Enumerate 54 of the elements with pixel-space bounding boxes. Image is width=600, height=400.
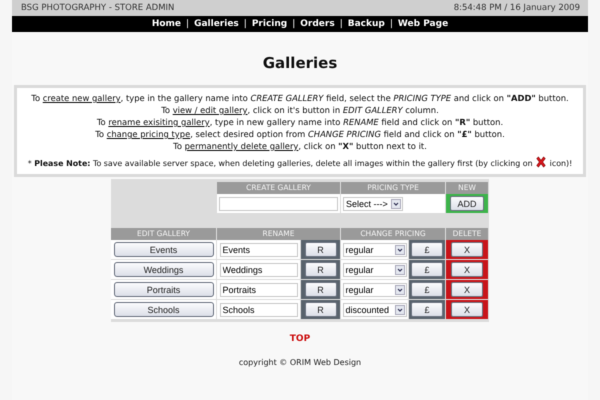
nav-separator: | [244,19,247,29]
date-time: 8:54:48 PM / 16 January 2009 [454,3,580,13]
change-pricing-select[interactable]: regular [342,242,406,256]
rename-field[interactable]: Schools [220,302,298,316]
delete-icon [535,156,548,168]
nav-separator: | [292,19,296,29]
rename-field[interactable]: Portraits [220,282,298,296]
rename-button[interactable]: R [304,302,336,317]
change-pricing-select[interactable]: discounted [342,302,406,316]
instruction-link[interactable]: permanently delete gallery [184,141,298,151]
edit-gallery-button[interactable]: Schools [114,302,214,317]
copyright-text: copyright © ORIM Web Design [238,358,362,367]
nav-link[interactable]: Backup [348,19,385,29]
nav-link[interactable]: Galleries [194,19,239,29]
delete-button[interactable]: X [451,242,483,257]
change-pricing-button[interactable]: £ [411,302,443,317]
nav-separator: | [390,19,393,29]
instruction-link[interactable]: rename exisiting gallery [108,117,210,127]
nav-separator: | [340,19,343,29]
gallery-name-field[interactable] [219,196,338,210]
nav-link[interactable]: Web Page [398,19,448,29]
add-button[interactable]: ADD [450,196,484,211]
instruction-link[interactable]: create new gallery [42,93,121,103]
nav-separator: | [186,19,190,29]
pricing-type-select[interactable]: Select ---> [343,196,403,210]
edit-gallery-button[interactable]: Events [114,242,214,257]
rename-field[interactable]: Weddings [220,262,298,276]
nav-link[interactable]: Orders [300,19,335,29]
rename-button[interactable]: R [304,262,336,277]
rename-field[interactable]: Events [220,242,298,256]
rename-button[interactable]: R [304,242,336,257]
instruction-text: To change pricing type, select desired option from CHANGE PRICING field and click on "£" button. [94,128,506,140]
edit-gallery-button[interactable]: Weddings [114,262,214,277]
change-pricing-button[interactable]: £ [411,262,443,277]
instruction-text: To permanently delete gallery, click on "X" button next to it. [172,140,428,152]
change-pricing-select[interactable]: regular [342,282,406,296]
site-title: BSG PHOTOGRAPHY - STORE ADMIN [21,3,174,13]
delete-button[interactable]: X [451,282,483,297]
instruction-link[interactable]: change pricing type [106,129,190,139]
rename-button[interactable]: R [304,282,336,297]
nav-link[interactable]: Home [152,19,182,29]
instruction-text: To view / edit gallery, click on it's button in EDIT GALLERY column. [160,104,440,116]
change-pricing-button[interactable]: £ [411,282,443,297]
instruction-link[interactable]: view / edit gallery [172,105,248,115]
change-pricing-button[interactable]: £ [411,242,443,257]
change-pricing-select[interactable]: regular [342,262,406,276]
instruction-text: To create new gallery, type in the gallery name into CREATE GALLERY field, select the PRICING TYPE and click on "ADD" button. [30,92,570,104]
delete-button[interactable]: X [451,262,483,277]
top-link[interactable]: TOP [290,334,310,344]
delete-button[interactable]: X [451,302,483,317]
nav-link[interactable]: Pricing [252,19,288,29]
instruction-text: To rename exisiting gallery, type in new gallery name into RENAME field and click on "R" button. [96,116,504,128]
page-title: Galleries [262,54,338,72]
edit-gallery-button[interactable]: Portraits [114,282,214,297]
